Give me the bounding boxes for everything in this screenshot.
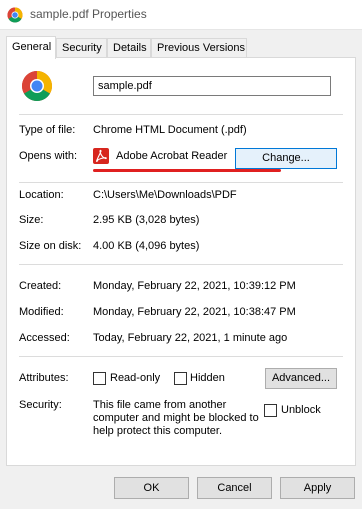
opens-with-label: Opens with: <box>19 150 78 162</box>
file-type-chrome-icon <box>21 71 53 102</box>
type-of-file-value: Chrome HTML Document (.pdf) <box>93 124 247 136</box>
opens-with-value: Adobe Acrobat Reader <box>116 150 228 162</box>
security-message: This file came from another computer and… <box>93 399 259 437</box>
tab-details[interactable]: Details <box>107 38 151 58</box>
size-value: 2.95 KB (3,028 bytes) <box>93 214 200 226</box>
ok-button[interactable]: OK <box>114 477 189 499</box>
hidden-checkbox[interactable] <box>174 372 187 385</box>
advanced-button[interactable]: Advanced... <box>265 368 337 389</box>
chrome-icon <box>7 7 23 23</box>
readonly-label: Read-only <box>110 372 161 384</box>
window-title: sample.pdf Properties <box>30 7 147 21</box>
unblock-label: Unblock <box>281 404 321 416</box>
divider <box>19 114 343 115</box>
size-on-disk-value: 4.00 KB (4,096 bytes) <box>93 240 200 252</box>
security-label: Security: <box>19 399 62 411</box>
hidden-label: Hidden <box>190 372 225 384</box>
modified-value: Monday, February 22, 2021, 10:38:47 PM <box>93 306 296 318</box>
attributes-label: Attributes: <box>19 372 69 384</box>
divider <box>19 182 343 183</box>
change-button[interactable]: Change... <box>235 148 337 169</box>
file-name-field[interactable]: sample.pdf <box>93 76 331 96</box>
title-bar: sample.pdf Properties <box>0 0 362 30</box>
accessed-label: Accessed: <box>19 332 70 344</box>
created-label: Created: <box>19 280 62 292</box>
size-on-disk-label: Size on disk: <box>19 240 82 252</box>
size-label: Size: <box>19 214 44 226</box>
divider <box>19 264 343 265</box>
unblock-checkbox[interactable] <box>264 404 277 417</box>
readonly-checkbox[interactable] <box>93 372 106 385</box>
created-value: Monday, February 22, 2021, 10:39:12 PM <box>93 280 296 292</box>
modified-label: Modified: <box>19 306 64 318</box>
tab-general[interactable]: General <box>6 36 56 59</box>
type-of-file-label: Type of file: <box>19 124 76 136</box>
red-underline-annotation <box>93 169 281 172</box>
location-value: C:\Users\Me\Downloads\PDF <box>93 189 237 201</box>
accessed-value: Today, February 22, 2021, 1 minute ago <box>93 332 288 344</box>
cancel-button[interactable]: Cancel <box>197 477 272 499</box>
general-panel: sample.pdf Type of file: Chrome HTML Doc… <box>6 57 356 466</box>
divider <box>19 356 343 357</box>
tab-previous-versions[interactable]: Previous Versions <box>151 38 247 58</box>
tab-strip: General Security Details Previous Versio… <box>6 36 356 59</box>
acrobat-pdf-icon <box>93 148 109 164</box>
location-label: Location: <box>19 189 64 201</box>
apply-button[interactable]: Apply <box>280 477 355 499</box>
tab-security[interactable]: Security <box>56 38 107 58</box>
